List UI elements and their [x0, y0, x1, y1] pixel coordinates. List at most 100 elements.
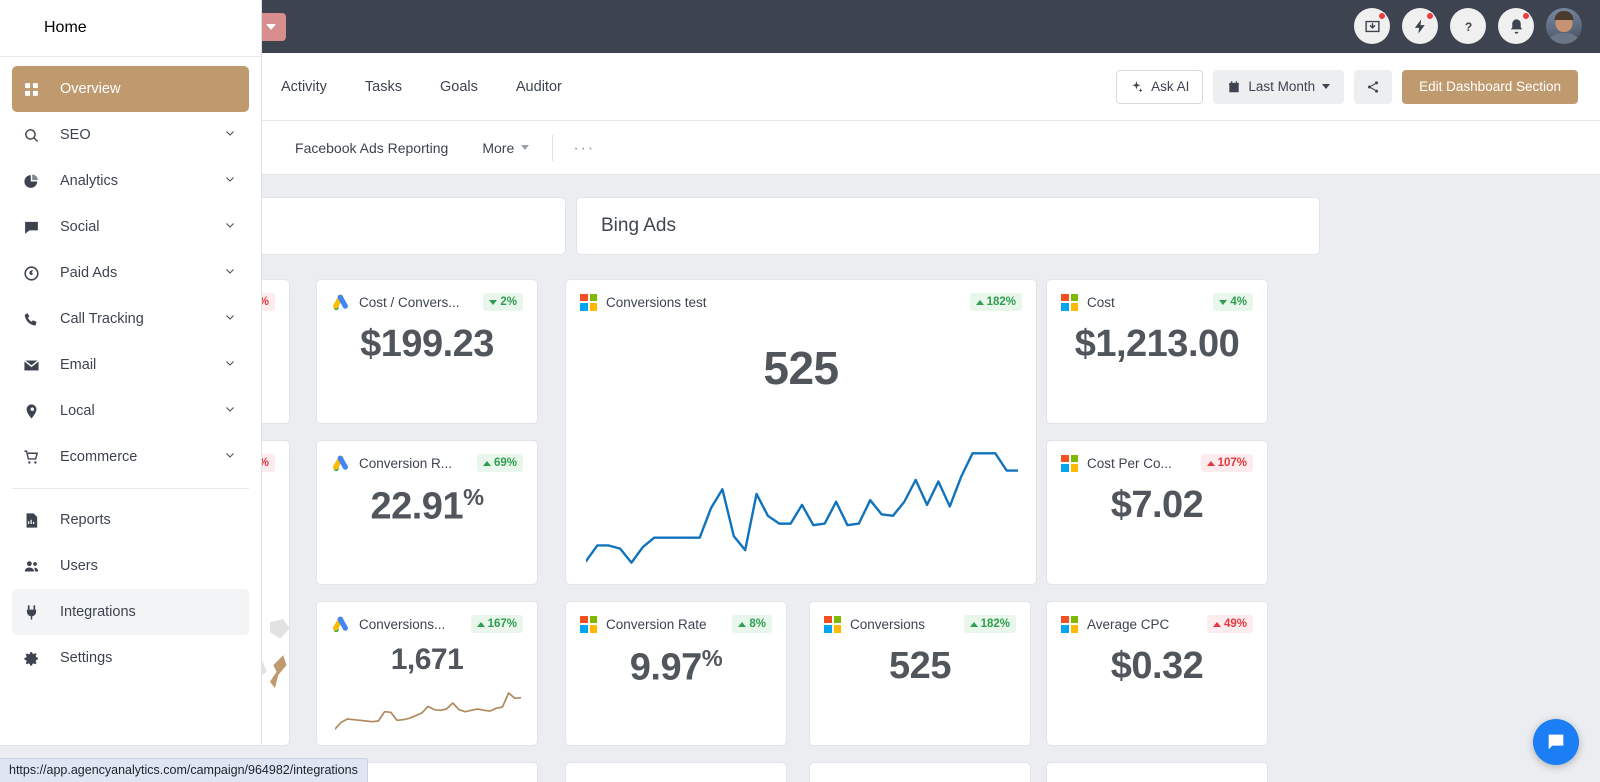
kpi-value: 1,671 — [390, 643, 464, 676]
sidebar-divider — [12, 488, 249, 489]
next-row-card-5[interactable] — [1046, 762, 1268, 782]
lightning-bolt-icon[interactable] — [1402, 8, 1438, 44]
kpi-label: Conversions test — [606, 294, 707, 310]
kpi-value: $199.23 — [360, 323, 494, 365]
tab-tasks[interactable]: Tasks — [346, 53, 421, 121]
primary-tabs: Activity Tasks Goals Auditor — [262, 53, 581, 121]
chevron-down-icon — [224, 448, 236, 466]
kpi-header: Conversion Rate 8% — [580, 615, 772, 633]
sidebar-item-home[interactable]: Home — [0, 0, 261, 57]
kpi-value: $7.02 — [1110, 484, 1204, 526]
secondary-tabs: ial Facebook Ads Reporting More ··· — [230, 121, 609, 175]
help-question-icon[interactable]: ? — [1450, 8, 1486, 44]
sidebar-item-integrations[interactable]: Integrations — [12, 589, 249, 635]
card-bing-cost[interactable]: Cost 4% $1,213.00 — [1046, 279, 1268, 424]
kpi-value: 525 — [763, 342, 839, 394]
kpi-header: Cost 4% — [1061, 293, 1253, 311]
kpi-label-group: Cost Per Co... — [1061, 454, 1172, 472]
import-image-icon[interactable] — [1354, 8, 1390, 44]
tab-goals[interactable]: Goals — [421, 53, 497, 121]
card-bing-conversions-test[interactable]: Conversions test 182% 525 — [565, 279, 1037, 585]
microsoft-ads-icon — [824, 615, 841, 633]
sidebar-label: Call Tracking — [60, 311, 144, 327]
user-avatar[interactable] — [1546, 8, 1582, 44]
card-bing-conversion-rate[interactable]: Conversion Rate 8% 9.97% — [565, 601, 787, 746]
triangle-up-icon — [738, 621, 747, 627]
overflow-menu-button[interactable]: ··· — [559, 139, 608, 156]
subtab-more[interactable]: More — [465, 121, 546, 175]
google-ads-icon — [331, 455, 350, 472]
bing-ads-section-title: Bing Ads — [601, 215, 676, 236]
kpi-label: Cost Per Co... — [1087, 455, 1172, 471]
sidebar-item-settings[interactable]: Settings — [12, 635, 249, 681]
chevron-down-icon — [521, 145, 530, 150]
intercom-chat-button[interactable] — [1533, 719, 1579, 765]
kpi-header: Cost / Convers... 2% — [331, 293, 523, 311]
next-row-card-3[interactable] — [565, 762, 787, 782]
kpi-value: 525 — [889, 645, 951, 687]
edit-dashboard-section-button[interactable]: Edit Dashboard Section — [1402, 69, 1578, 104]
card-bing-cost-per-conversion[interactable]: Cost Per Co... 107% $7.02 — [1046, 440, 1268, 585]
share-button[interactable] — [1354, 69, 1393, 104]
subtab-facebook-ads-reporting[interactable]: Facebook Ads Reporting — [278, 121, 465, 175]
ask-ai-label: Ask AI — [1151, 79, 1190, 94]
kpi-number: 22.91 — [370, 485, 464, 528]
gear-icon — [23, 650, 49, 667]
sidebar-flyout: Home Overview SEO Analytics Social Paid … — [0, 0, 262, 745]
tab-auditor[interactable]: Auditor — [497, 53, 581, 121]
grid-icon — [23, 81, 49, 98]
sidebar-item-local[interactable]: Local — [12, 388, 249, 434]
card-bing-average-cpc[interactable]: Average CPC 49% $0.32 — [1046, 601, 1268, 746]
chevron-down-icon — [224, 172, 236, 190]
sidebar-item-seo[interactable]: SEO — [12, 112, 249, 158]
bing-ads-section-header[interactable]: Bing Ads — [576, 197, 1320, 255]
sidebar-item-email[interactable]: Email — [12, 342, 249, 388]
notification-dot — [1426, 12, 1434, 20]
date-range-selector[interactable]: Last Month — [1213, 69, 1345, 104]
change-chip: 4% — [1213, 293, 1253, 311]
chat-bubble-icon — [23, 219, 49, 236]
sidebar-item-ecommerce[interactable]: Ecommerce — [12, 434, 249, 480]
kpi-label: Average CPC — [1087, 616, 1170, 632]
share-icon — [1368, 80, 1379, 93]
pie-chart-icon — [23, 173, 49, 190]
envelope-icon — [23, 357, 49, 374]
kpi-label-group: Average CPC — [1061, 615, 1170, 633]
change-chip: 167% — [470, 615, 523, 633]
chat-bubble-icon — [1548, 734, 1564, 750]
kpi-label: Conversions... — [359, 616, 446, 632]
sidebar-item-analytics[interactable]: Analytics — [12, 158, 249, 204]
kpi-label: Conversions — [850, 616, 926, 632]
sidebar-item-users[interactable]: Users — [12, 543, 249, 589]
kpi-label: Cost — [1087, 294, 1115, 310]
chevron-down-icon — [1322, 84, 1331, 89]
card-google-conversions[interactable]: Conversions... 167% 1,671 — [316, 601, 538, 746]
kpi-number: 9.97 — [629, 646, 702, 689]
triangle-down-icon — [1219, 299, 1228, 305]
triangle-up-icon — [1212, 621, 1221, 627]
card-google-conversion-rate[interactable]: Conversion R... 69% 22.91% — [316, 440, 538, 585]
triangle-up-icon — [975, 299, 984, 305]
ask-ai-button[interactable]: Ask AI — [1116, 69, 1204, 104]
sparkles-icon — [1132, 80, 1143, 93]
sidebar-item-paid-ads[interactable]: Paid Ads — [12, 250, 249, 296]
card-google-cost-per-conversion[interactable]: Cost / Convers... 2% $199.23 — [316, 279, 538, 424]
kpi-label-group: Conversion R... — [331, 455, 452, 472]
tab-activity[interactable]: Activity — [262, 53, 346, 121]
chevron-down-icon — [224, 310, 236, 328]
next-row-card-4[interactable] — [809, 762, 1031, 782]
change-chip: 69% — [476, 454, 523, 472]
change-chip: 49% — [1206, 615, 1253, 633]
microsoft-ads-icon — [1061, 454, 1078, 472]
kpi-suffix: % — [463, 484, 484, 510]
sidebar-item-call-tracking[interactable]: Call Tracking — [12, 296, 249, 342]
kpi-header: Cost Per Co... 107% — [1061, 454, 1253, 472]
notification-bell-icon[interactable] — [1498, 8, 1534, 44]
card-bing-conversions[interactable]: Conversions 182% 525 — [809, 601, 1031, 746]
subtab-more-label: More — [482, 139, 515, 156]
sidebar-item-social[interactable]: Social — [12, 204, 249, 250]
kpi-header: Conversions test 182% — [580, 293, 1022, 311]
sidebar-item-overview[interactable]: Overview — [12, 66, 249, 112]
sidebar-item-reports[interactable]: Reports — [12, 497, 249, 543]
paid-ads-icon — [23, 265, 49, 282]
